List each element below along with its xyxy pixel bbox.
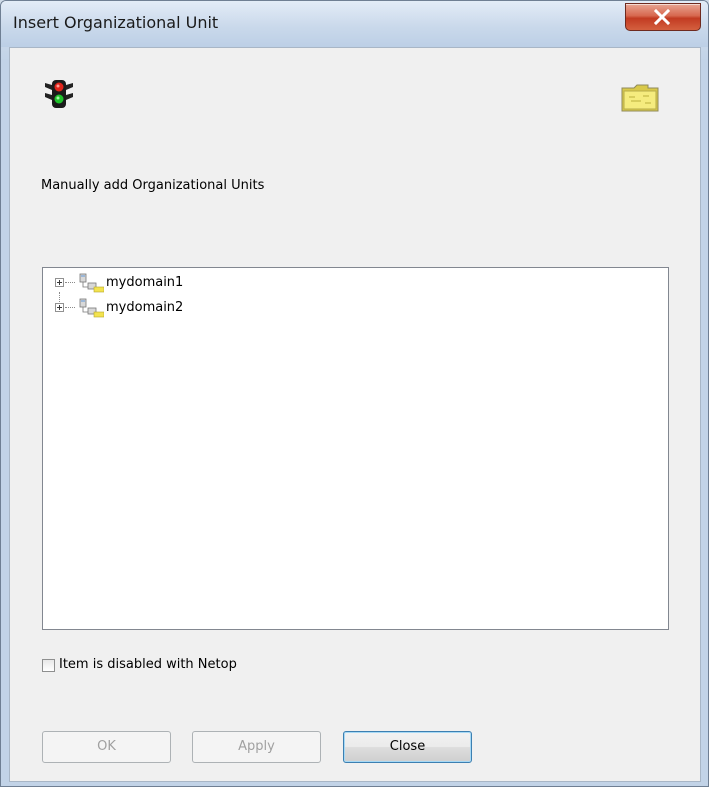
tree-item-label[interactable]: mydomain2 bbox=[106, 300, 183, 315]
domain-icon bbox=[74, 298, 105, 322]
description-text: Manually add Organizational Units bbox=[41, 178, 265, 193]
title-bar[interactable]: Insert Organizational Unit bbox=[1, 1, 708, 47]
dialog-window: Insert Organizational Unit Manually add … bbox=[0, 0, 709, 787]
tree-item-label[interactable]: mydomain1 bbox=[106, 275, 183, 290]
apply-button[interactable]: Apply bbox=[192, 731, 321, 763]
organizational-unit-tree[interactable]: mydomain1 mydomain2 bbox=[42, 267, 669, 630]
close-icon bbox=[653, 9, 671, 25]
expand-icon[interactable] bbox=[55, 303, 64, 312]
window-title: Insert Organizational Unit bbox=[13, 13, 219, 32]
disabled-netop-checkbox[interactable] bbox=[42, 659, 55, 672]
expand-icon[interactable] bbox=[55, 278, 64, 287]
ok-button[interactable]: OK bbox=[42, 731, 171, 763]
close-button[interactable]: Close bbox=[343, 731, 472, 763]
traffic-light-icon bbox=[43, 79, 75, 113]
folder-icon bbox=[621, 84, 659, 116]
dialog-body: Manually add Organizational Units mydoma… bbox=[9, 47, 701, 782]
domain-icon bbox=[74, 273, 105, 297]
disabled-netop-label[interactable]: Item is disabled with Netop bbox=[59, 657, 237, 672]
close-window-button[interactable] bbox=[625, 3, 701, 31]
